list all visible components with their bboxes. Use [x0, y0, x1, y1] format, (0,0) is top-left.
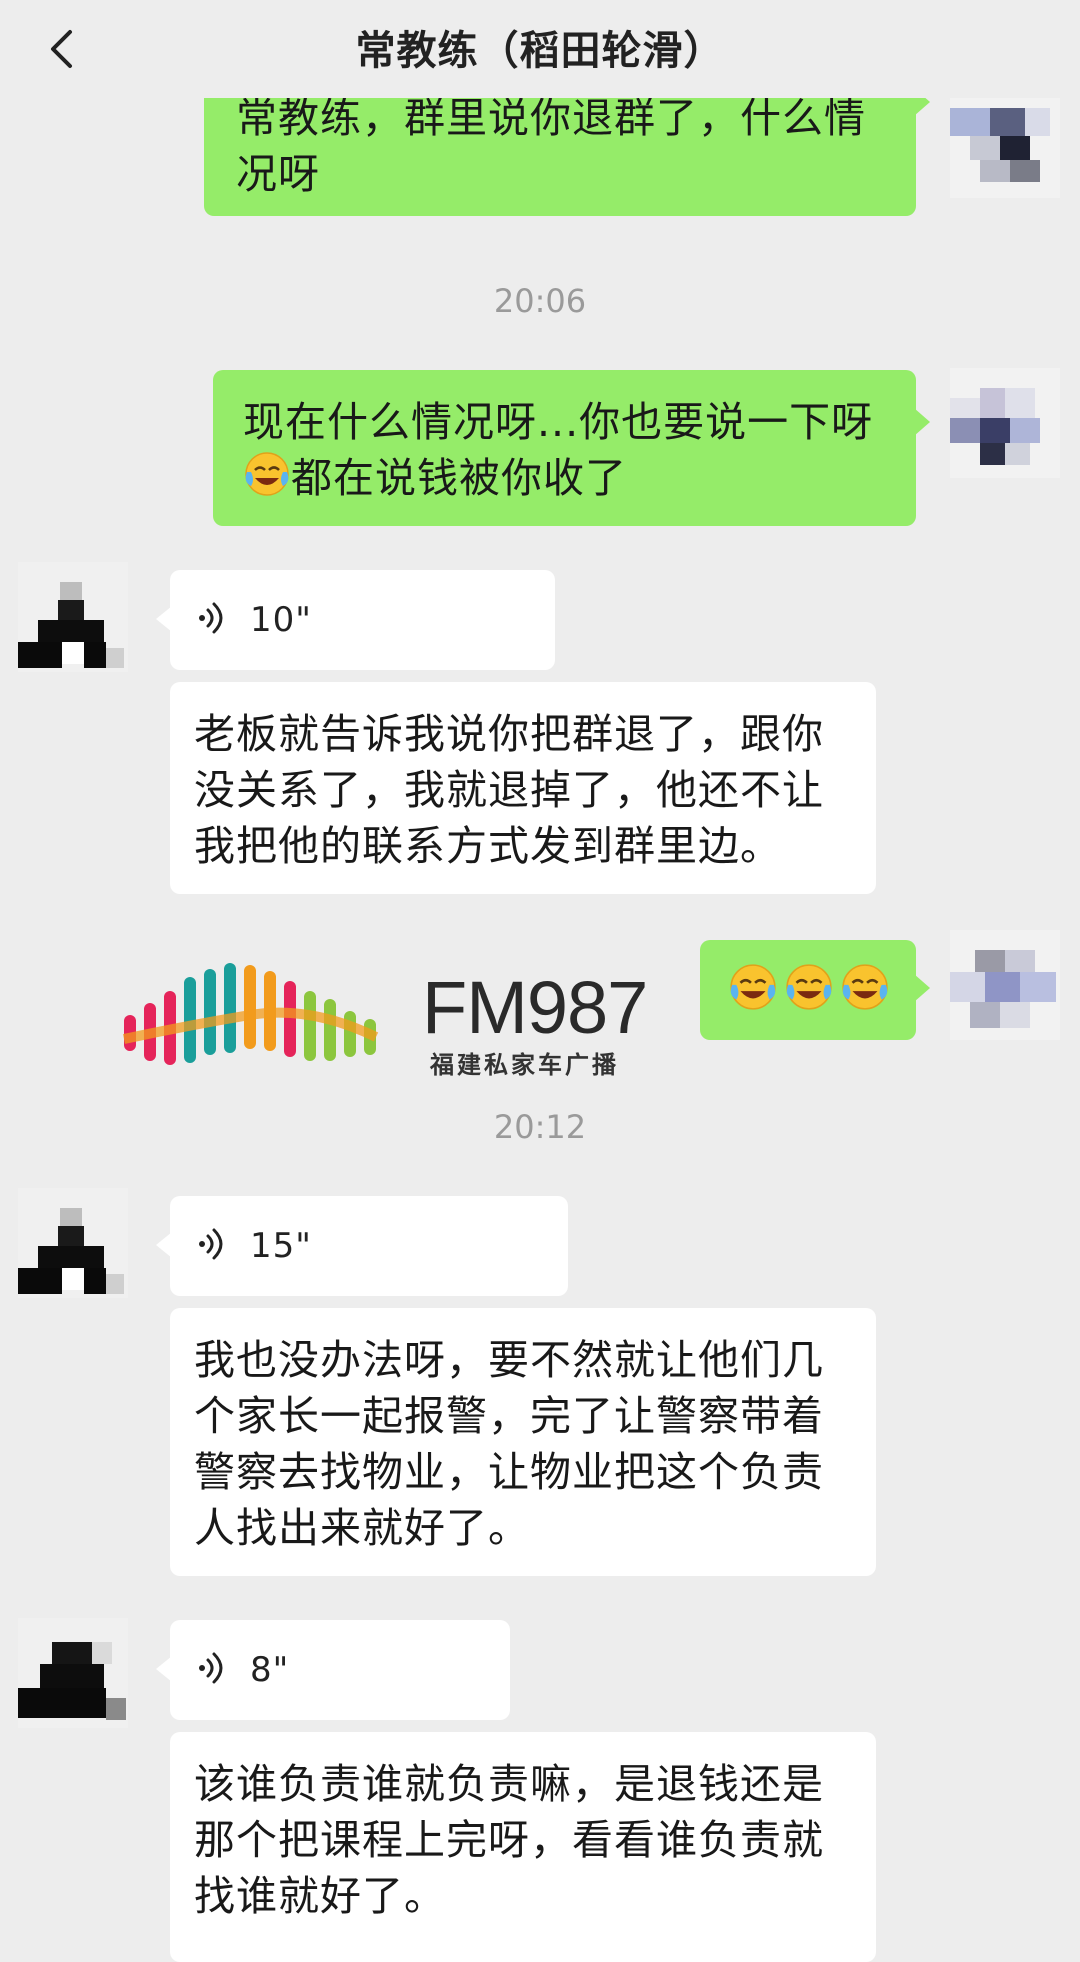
voice-wave-icon — [199, 1228, 223, 1260]
contact-avatar[interactable] — [18, 1618, 128, 1728]
emoji-group — [728, 962, 916, 1012]
voice-message-bubble[interactable]: 15" — [156, 1196, 568, 1296]
sound-wave-logo-icon — [122, 963, 379, 1065]
message-text-line: 个家长一起报警，完了让警察带着 — [194, 1392, 824, 1440]
message-text-line: 老板就告诉我说你把群退了，跟你 — [194, 710, 824, 758]
outgoing-message-bubble[interactable]: 现在什么情况呀...你也要说一下呀 都在说钱被你收了 — [213, 370, 930, 526]
crying-laughing-emoji-icon — [842, 964, 888, 1010]
self-avatar[interactable] — [950, 88, 1060, 198]
message-text-line: 警察去找物业，让物业把这个负责 — [194, 1448, 824, 1496]
voice-duration: 10" — [250, 600, 312, 640]
outgoing-message-bubble[interactable] — [700, 940, 930, 1040]
incoming-message-bubble[interactable]: 该谁负责谁就负责嘛，是退钱还是 那个把课程上完呀，看看谁负责就 找谁就好了。 — [170, 1732, 876, 1962]
voice-duration: 8" — [250, 1650, 290, 1690]
chat-header: 常教练（稻田轮滑） — [0, 0, 1080, 98]
fm987-watermark-logo: FM987 福建私家车广播 — [120, 955, 648, 1079]
crying-laughing-emoji-icon — [786, 964, 832, 1010]
contact-avatar[interactable] — [18, 1188, 128, 1298]
voice-duration: 15" — [250, 1226, 312, 1266]
voice-wave-icon — [199, 602, 223, 634]
message-text-line: 常教练，群里说你退群了，什么情 — [236, 94, 866, 142]
message-text-line: 都在说钱被你收了 — [291, 454, 627, 502]
crying-laughing-emoji-icon — [730, 964, 776, 1010]
contact-avatar[interactable] — [18, 562, 128, 672]
voice-message-bubble[interactable]: 8" — [156, 1620, 510, 1720]
message-text-line: 该谁负责谁就负责嘛，是退钱还是 — [194, 1760, 824, 1808]
bubble-tail — [914, 974, 930, 1002]
message-text-line: 那个把课程上完呀，看看谁负责就 — [194, 1816, 824, 1864]
fm987-logo-text: FM987 — [422, 966, 648, 1049]
self-avatar[interactable] — [950, 930, 1060, 1040]
bubble-tail — [914, 408, 930, 436]
message-text-line: 找谁就好了。 — [194, 1872, 446, 1920]
timestamp: 20:12 — [493, 1108, 587, 1146]
timestamp: 20:06 — [493, 282, 587, 320]
incoming-message-bubble[interactable]: 老板就告诉我说你把群退了，跟你 没关系了，我就退掉了，他还不让 我把他的联系方式… — [170, 682, 876, 894]
bubble-tail — [156, 1232, 172, 1258]
message-text-line: 我也没办法呀，要不然就让他们几 — [194, 1336, 824, 1384]
bubble-tail — [156, 1656, 172, 1682]
crying-laughing-emoji-icon — [245, 452, 289, 496]
incoming-message-bubble[interactable]: 我也没办法呀，要不然就让他们几 个家长一起报警，完了让警察带着 警察去找物业，让… — [170, 1308, 876, 1576]
chat-title: 常教练（稻田轮滑） — [355, 28, 725, 74]
self-avatar[interactable] — [950, 368, 1060, 478]
voice-message-bubble[interactable]: 10" — [156, 570, 555, 670]
voice-wave-icon — [199, 1652, 223, 1684]
message-text-line: 没关系了，我就退掉了，他还不让 — [194, 766, 824, 814]
message-text-line: 况呀 — [236, 150, 320, 198]
message-text-line: 我把他的联系方式发到群里边。 — [194, 822, 782, 870]
fm987-subtitle: 福建私家车广播 — [430, 1051, 619, 1079]
message-text-line: 现在什么情况呀...你也要说一下呀 — [243, 398, 874, 446]
bubble-tail — [156, 606, 172, 632]
message-text-line: 人找出来就好了。 — [194, 1504, 530, 1552]
